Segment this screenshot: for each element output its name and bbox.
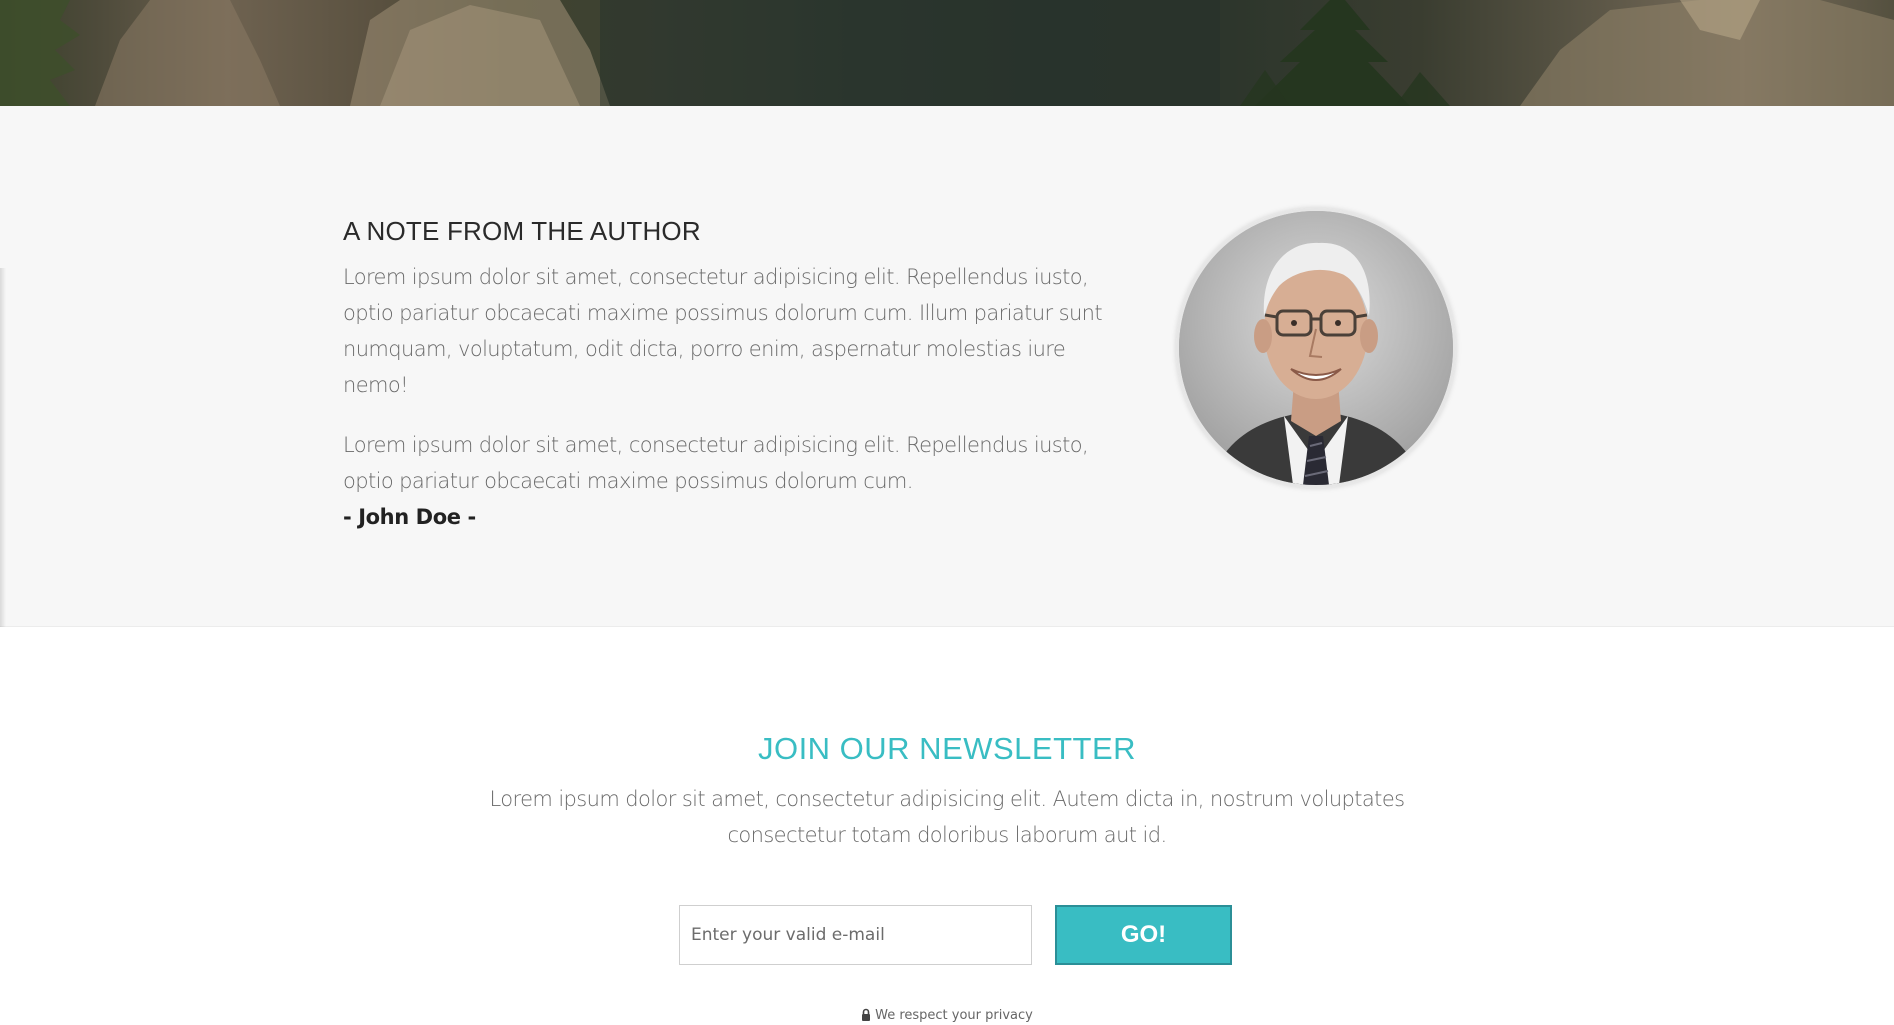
- author-text-block: A NOTE FROM THE AUTHOR Lorem ipsum dolor…: [343, 216, 1103, 535]
- newsletter-description: Lorem ipsum dolor sit amet, consectetur …: [489, 787, 1406, 847]
- newsletter-section: JOIN OUR NEWSLETTER Lorem ipsum dolor si…: [0, 627, 1894, 1024]
- newsletter-title: JOIN OUR NEWSLETTER: [757, 731, 1137, 766]
- privacy-text: We respect your privacy: [875, 1008, 1033, 1023]
- privacy-note: We respect your privacy: [0, 1008, 1894, 1025]
- subscribe-button[interactable]: GO!: [1055, 905, 1232, 965]
- hero-image: [0, 0, 1894, 106]
- author-signature: - John Doe -: [343, 505, 476, 529]
- mountain-forest-photo: [0, 0, 1894, 106]
- author-section: A NOTE FROM THE AUTHOR Lorem ipsum dolor…: [0, 106, 1894, 627]
- lock-icon: [861, 1008, 871, 1025]
- author-portrait: [1176, 208, 1456, 488]
- email-field[interactable]: [679, 905, 1032, 965]
- author-section-title: A NOTE FROM THE AUTHOR: [343, 216, 701, 246]
- author-paragraph-1: Lorem ipsum dolor sit amet, consectetur …: [343, 265, 1103, 397]
- author-portrait-image: [1179, 211, 1453, 485]
- author-paragraph-2: Lorem ipsum dolor sit amet, consectetur …: [343, 433, 1089, 493]
